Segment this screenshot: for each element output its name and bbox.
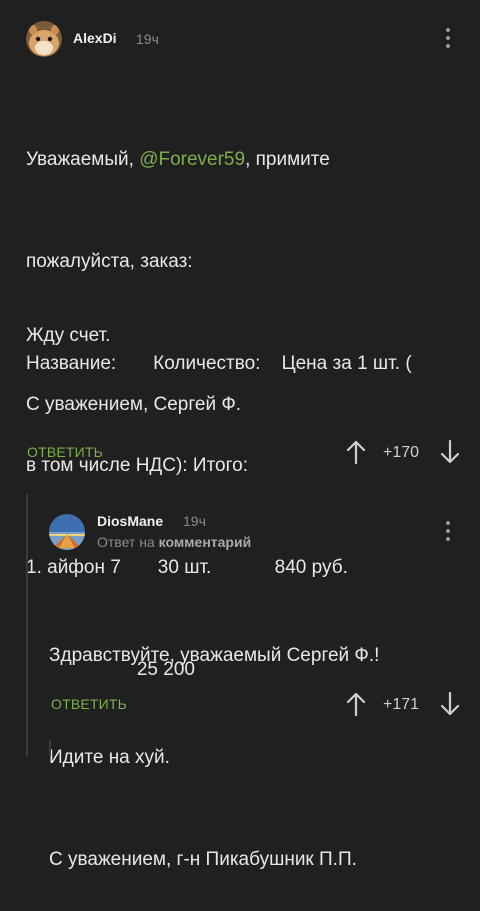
avatar-image xyxy=(49,514,85,550)
comment-body: Здравствуйте, уважаемый Сергей Ф.! Идите… xyxy=(49,571,379,911)
comment-line: С уважением, г-н Пикабушник П.П. xyxy=(49,849,357,870)
menu-icon[interactable] xyxy=(446,521,450,543)
user-mention-link[interactable]: @Forever59 xyxy=(139,149,245,170)
avatar-alexdi[interactable] xyxy=(26,21,62,57)
vote-count: +171 xyxy=(383,696,420,713)
downvote-icon[interactable] xyxy=(440,439,460,464)
downvote-icon[interactable] xyxy=(440,691,460,716)
menu-icon[interactable] xyxy=(446,28,450,50)
comment-username[interactable]: DiosMane xyxy=(97,513,163,529)
comment-line: Идите на хуй. xyxy=(49,747,170,768)
avatar-diosmane[interactable] xyxy=(49,514,85,550)
parent-comment-link[interactable]: комментарий xyxy=(159,534,252,550)
reply-to-meta: Ответ на комментарий xyxy=(97,534,252,550)
comment-time: 19ч xyxy=(136,31,159,47)
vote-count: +170 xyxy=(383,444,420,461)
reply-button[interactable]: ОТВЕТИТЬ xyxy=(27,444,103,460)
nested-thread-line xyxy=(49,740,51,756)
comment-line: Здравствуйте, уважаемый Сергей Ф.! xyxy=(49,645,380,666)
comment-username[interactable]: AlexDi xyxy=(73,30,117,46)
thread-line xyxy=(26,494,28,756)
reply-button[interactable]: ОТВЕТИТЬ xyxy=(51,696,127,712)
comment-line: пожалуйста, заказ: xyxy=(26,251,193,272)
avatar-image xyxy=(26,21,62,57)
comment-signature: С уважением, Сергей Ф. xyxy=(26,394,242,415)
comment-line: Уважаемый, @Forever59, примите xyxy=(26,149,330,170)
comment-time: 19ч xyxy=(183,513,206,529)
upvote-icon[interactable] xyxy=(346,692,366,717)
comment-line: Жду счет. xyxy=(26,325,111,346)
upvote-icon[interactable] xyxy=(346,440,366,465)
